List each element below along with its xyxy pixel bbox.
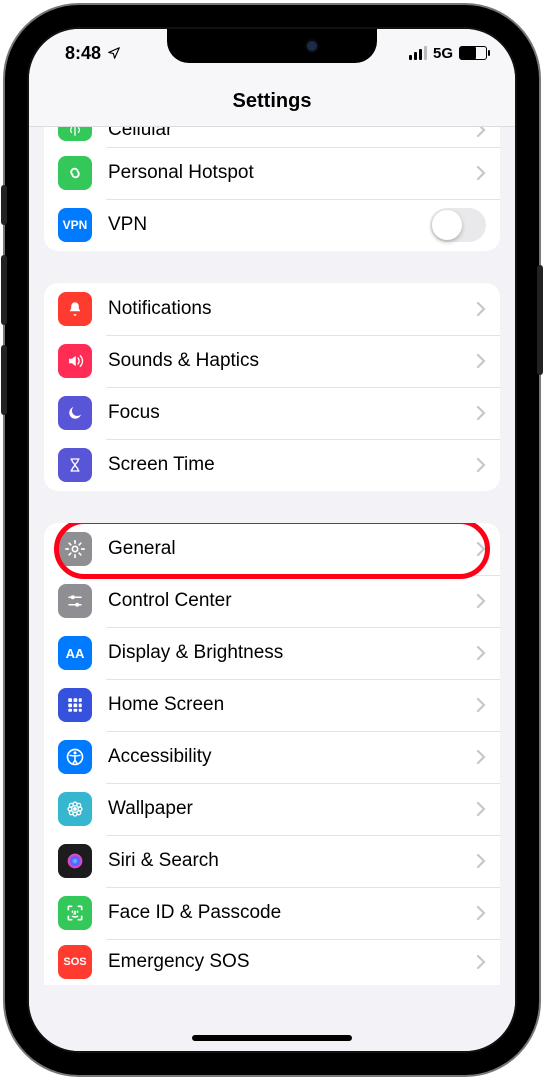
row-label: Home Screen [108,694,476,716]
chevron-right-icon [476,457,486,473]
gear-icon [58,532,92,566]
row-notifications[interactable]: Notifications [44,283,500,335]
chevron-right-icon [476,645,486,661]
home-indicator[interactable] [192,1035,352,1041]
flower-icon [58,792,92,826]
row-cellular[interactable]: Cellular [44,127,500,147]
chevron-right-icon [476,405,486,421]
network-label: 5G [433,45,453,62]
chevron-right-icon [476,801,486,817]
face-id-icon [58,896,92,930]
row-vpn[interactable]: VPN VPN [44,199,500,251]
chevron-right-icon [476,905,486,921]
row-general[interactable]: General [44,523,500,575]
chevron-right-icon [476,353,486,369]
chevron-right-icon [476,301,486,317]
screen: 8:48 5G Settings [27,27,517,1053]
siri-icon [58,844,92,878]
row-label: Cellular [108,127,476,141]
chevron-right-icon [476,593,486,609]
chevron-right-icon [476,954,486,970]
chevron-right-icon [476,127,486,138]
volume-up-button [1,255,7,325]
row-focus[interactable]: Focus [44,387,500,439]
row-screen-time[interactable]: Screen Time [44,439,500,491]
accessibility-icon [58,740,92,774]
settings-scroll[interactable]: Cellular Personal Hotspot VPN VPN [29,127,515,1051]
row-home-screen[interactable]: Home Screen [44,679,500,731]
group-connectivity: Cellular Personal Hotspot VPN VPN [44,127,500,251]
status-left: 8:48 [65,43,121,64]
page-title: Settings [233,90,312,113]
group-notifications: Notifications Sounds & Haptics [44,283,500,491]
row-label: Face ID & Passcode [108,902,476,924]
notch [167,29,377,63]
cellular-signal-icon [409,46,427,60]
chevron-right-icon [476,697,486,713]
row-label: Display & Brightness [108,642,476,664]
row-label: Notifications [108,298,476,320]
row-label: Emergency SOS [108,951,476,973]
chevron-right-icon [476,165,486,181]
row-wallpaper[interactable]: Wallpaper [44,783,500,835]
phone-device-frame: 8:48 5G Settings [5,5,539,1075]
app-grid-icon [58,688,92,722]
sliders-icon [58,584,92,618]
row-label: Wallpaper [108,798,476,820]
battery-icon [459,46,487,60]
chevron-right-icon [476,853,486,869]
hourglass-icon [58,448,92,482]
chevron-right-icon [476,541,486,557]
moon-icon [58,396,92,430]
nav-bar: Settings [29,77,515,127]
phone-bezel: 8:48 5G Settings [13,13,531,1067]
power-button [537,265,543,375]
row-label: General [108,538,476,560]
speaker-icon [58,344,92,378]
row-label: Siri & Search [108,850,476,872]
volume-down-button [1,345,7,415]
group-general: General Control Center AA Display & Brig… [44,523,500,985]
status-right: 5G [409,45,487,62]
text-size-icon: AA [58,636,92,670]
vpn-toggle[interactable] [430,208,486,242]
row-control-center[interactable]: Control Center [44,575,500,627]
row-label: Control Center [108,590,476,612]
row-label: Screen Time [108,454,476,476]
row-sounds-haptics[interactable]: Sounds & Haptics [44,335,500,387]
vpn-icon: VPN [58,208,92,242]
hotspot-icon [58,156,92,190]
row-accessibility[interactable]: Accessibility [44,731,500,783]
bell-icon [58,292,92,326]
row-label: Personal Hotspot [108,162,476,184]
cellular-icon [58,127,92,141]
row-personal-hotspot[interactable]: Personal Hotspot [44,147,500,199]
sos-icon: SOS [58,945,92,979]
mute-switch [1,185,7,225]
row-label: Sounds & Haptics [108,350,476,372]
row-face-id-passcode[interactable]: Face ID & Passcode [44,887,500,939]
row-label: VPN [108,214,430,236]
location-icon [107,46,121,60]
chevron-right-icon [476,749,486,765]
row-label: Accessibility [108,746,476,768]
row-siri-search[interactable]: Siri & Search [44,835,500,887]
row-display-brightness[interactable]: AA Display & Brightness [44,627,500,679]
front-camera [307,41,317,51]
row-label: Focus [108,402,476,424]
row-emergency-sos[interactable]: SOS Emergency SOS [44,939,500,985]
status-time: 8:48 [65,43,101,64]
